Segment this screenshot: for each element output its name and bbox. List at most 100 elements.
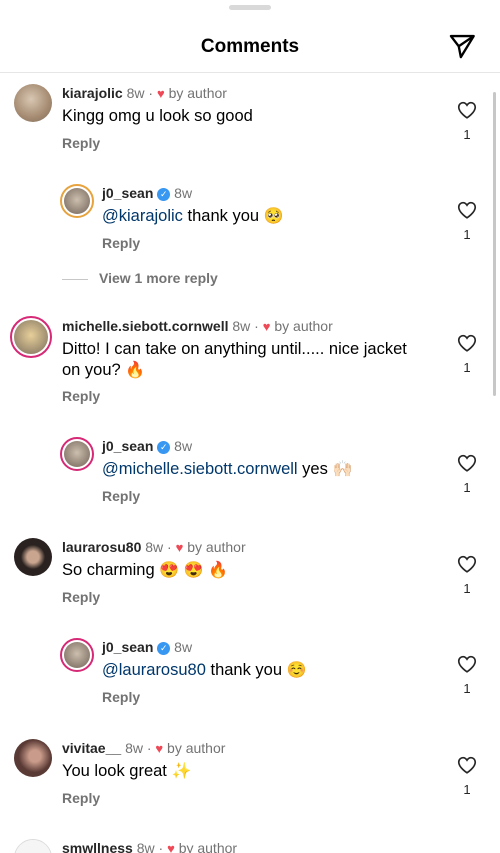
timestamp: 8w	[145, 539, 164, 555]
username[interactable]: vivitae__	[62, 740, 121, 756]
comment-meta: kiarajolic 8w · ♥ by author	[62, 85, 227, 101]
header: Comments	[0, 0, 500, 73]
comment-item: smwllness 8w · ♥ by author	[0, 828, 500, 853]
comment-meta: michelle.siebott.cornwell 8w · ♥ by auth…	[62, 318, 333, 334]
comment-item: michelle.siebott.cornwell 8w · ♥ by auth…	[0, 306, 500, 426]
reply-text: yes	[302, 460, 328, 478]
timestamp: 8w	[125, 740, 143, 756]
divider	[62, 279, 88, 280]
avatar[interactable]	[14, 739, 52, 777]
avatar[interactable]	[10, 316, 52, 358]
comment-text: @michelle.siebott.cornwell yes 🙌🏻	[102, 459, 442, 480]
like-count: 1	[463, 227, 471, 242]
heart-filled-icon: ♥	[175, 540, 184, 555]
reply-button[interactable]: Reply	[62, 135, 100, 151]
username[interactable]: j0_sean	[102, 185, 153, 201]
timestamp: 8w	[232, 318, 251, 334]
mention-link[interactable]: @michelle.siebott.cornwell	[102, 460, 298, 478]
mention-link[interactable]: @kiarajolic	[102, 207, 183, 225]
reply-button[interactable]: Reply	[102, 689, 140, 705]
like-count: 1	[463, 581, 471, 596]
comment-meta: j0_sean ✓ 8w	[102, 639, 192, 655]
reply-item: j0_sean ✓ 8w @kiarajolic thank you 🥺 Rep…	[0, 173, 500, 273]
like-count: 1	[463, 782, 471, 797]
timestamp: 8w	[174, 639, 193, 655]
comment-text: @laurarosu80 thank you ☺️	[102, 660, 442, 681]
comment-meta: vivitae__ 8w · ♥ by author	[62, 740, 226, 756]
mention-link[interactable]: @laurarosu80	[102, 661, 206, 679]
comment-item: laurarosu80 8w · ♥ by author So charming…	[0, 527, 500, 627]
heart-outline-icon[interactable]	[456, 332, 478, 354]
comment-body: You look great	[62, 762, 167, 780]
reply-button[interactable]: Reply	[62, 790, 100, 806]
avatar[interactable]	[14, 538, 52, 576]
username[interactable]: kiarajolic	[62, 85, 123, 101]
heart-outline-icon[interactable]	[456, 754, 478, 776]
avatar[interactable]	[60, 437, 94, 471]
comment-body: Ditto! I can take on anything until.....…	[62, 340, 407, 379]
reply-button[interactable]: Reply	[62, 388, 100, 404]
heart-outline-icon[interactable]	[456, 99, 478, 121]
emoji: 🙌🏻	[332, 461, 353, 478]
by-author-label: by author	[274, 318, 333, 334]
verified-badge-icon: ✓	[157, 441, 171, 454]
reply-button[interactable]: Reply	[102, 488, 140, 504]
reply-text: thank you	[210, 661, 283, 679]
username[interactable]: michelle.siebott.cornwell	[62, 318, 229, 334]
comment-meta: smwllness 8w · ♥ by author	[62, 840, 237, 853]
reply-item: j0_sean ✓ 8w @michelle.siebott.cornwell …	[0, 426, 500, 526]
page-title: Comments	[200, 36, 300, 57]
heart-outline-icon[interactable]	[456, 653, 478, 675]
comment-text: You look great ✨	[62, 761, 422, 782]
comment-text: Kingg omg u look so good	[62, 107, 253, 125]
username[interactable]: j0_sean	[102, 438, 153, 454]
timestamp: 8w	[126, 85, 145, 101]
emoji: 😍 😍 🔥	[159, 562, 228, 579]
comment-meta: j0_sean ✓ 8w	[102, 185, 192, 201]
avatar[interactable]	[60, 184, 94, 218]
by-author-label: by author	[178, 840, 238, 853]
timestamp: 8w	[136, 840, 155, 853]
by-author-label: by author	[167, 740, 226, 756]
send-icon[interactable]	[448, 32, 476, 60]
comment-meta: laurarosu80 8w · ♥ by author	[62, 539, 246, 555]
by-author-label: by author	[168, 85, 227, 101]
heart-filled-icon: ♥	[262, 319, 271, 334]
verified-badge-icon: ✓	[157, 188, 171, 201]
heart-filled-icon: ♥	[167, 841, 175, 853]
comment-item: vivitae__ 8w · ♥ by author You look grea…	[0, 728, 500, 828]
like-count: 1	[463, 360, 471, 375]
reply-button[interactable]: Reply	[62, 589, 100, 605]
avatar[interactable]	[14, 84, 52, 122]
like-count: 1	[463, 480, 471, 495]
comment-text: Ditto! I can take on anything until.....…	[62, 339, 427, 381]
heart-outline-icon[interactable]	[456, 452, 478, 474]
avatar[interactable]	[14, 839, 52, 853]
reply-item: j0_sean ✓ 8w @laurarosu80 thank you ☺️ R…	[0, 627, 500, 727]
emoji: 🥺	[263, 208, 284, 225]
comment-text: So charming 😍 😍 🔥	[62, 560, 422, 581]
heart-outline-icon[interactable]	[456, 553, 478, 575]
view-more-replies[interactable]: View 1 more reply	[62, 270, 362, 288]
emoji: 🔥	[125, 362, 146, 379]
emoji: ✨	[171, 763, 192, 780]
comment-body: So charming	[62, 561, 155, 579]
comment-item: kiarajolic 8w · ♥ by author Kingg omg u …	[0, 73, 500, 173]
username[interactable]: j0_sean	[102, 639, 153, 655]
heart-outline-icon[interactable]	[456, 199, 478, 221]
like-count: 1	[463, 127, 471, 142]
reply-button[interactable]: Reply	[102, 235, 140, 251]
comment-text: @kiarajolic thank you 🥺	[102, 206, 462, 227]
emoji: ☺️	[286, 662, 307, 679]
username[interactable]: laurarosu80	[62, 539, 141, 555]
timestamp: 8w	[174, 185, 193, 201]
by-author-label: by author	[187, 539, 246, 555]
verified-badge-icon: ✓	[157, 642, 171, 655]
heart-filled-icon: ♥	[155, 741, 164, 756]
view-more-label[interactable]: View 1 more reply	[99, 270, 218, 286]
reply-text: thank you	[187, 207, 260, 225]
username[interactable]: smwllness	[62, 840, 133, 853]
avatar[interactable]	[60, 638, 94, 672]
like-count: 1	[463, 681, 471, 696]
heart-filled-icon: ♥	[156, 86, 165, 101]
